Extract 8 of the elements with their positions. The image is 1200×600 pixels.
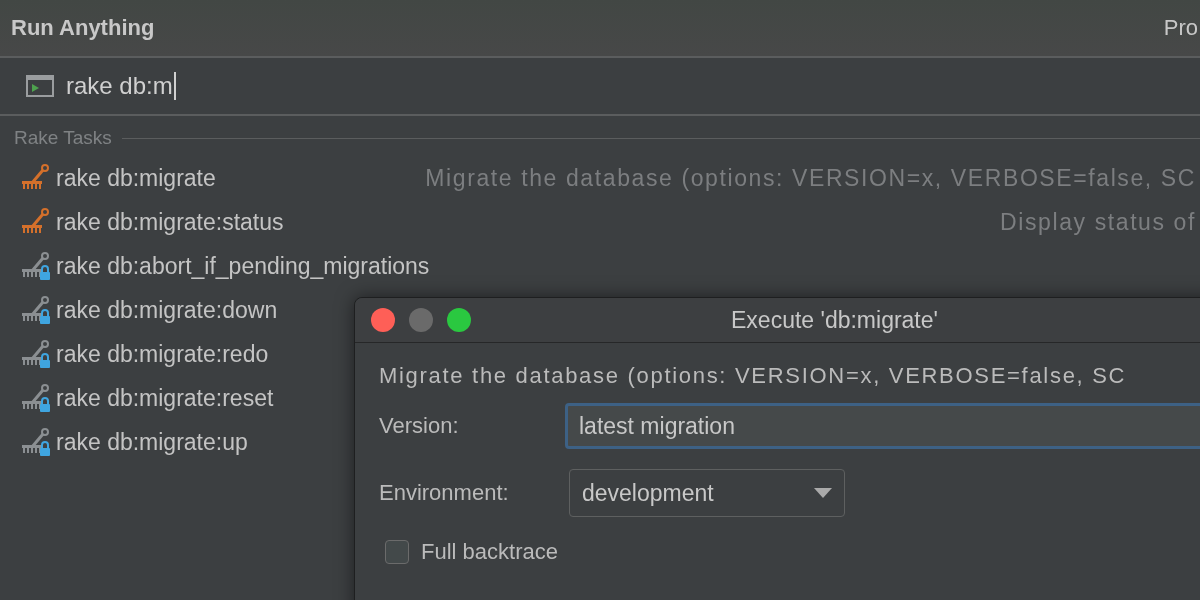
field-label: Version:: [379, 413, 460, 439]
panel-title: Run Anything: [11, 15, 155, 41]
section-label: Rake Tasks: [14, 127, 112, 149]
task-description: Display status of: [1000, 208, 1197, 236]
dialog-title: Execute 'db:migrate': [731, 306, 938, 334]
task-description: Migrate the database (options: VERSION=x, VERBOSE=false, SC: [425, 164, 1197, 192]
field-label: Environment:: [379, 480, 510, 506]
dialog-description: Migrate the database (options: VERSION=x, VERBOSE=false, SC: [379, 363, 1128, 389]
